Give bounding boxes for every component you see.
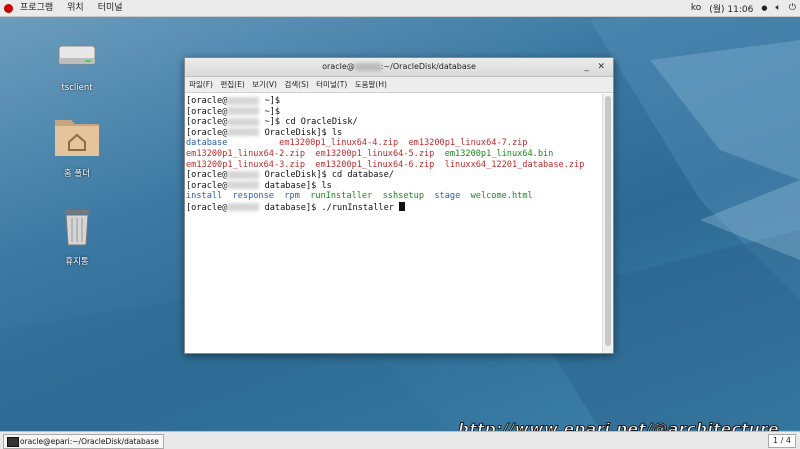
desktop-icon-home[interactable]: 홈 폴더	[42, 110, 112, 179]
terminal-line: database em13200p1_linux64-4.zip em13200…	[186, 138, 602, 149]
terminal-text: [oracle@	[186, 170, 228, 181]
workspace-pager[interactable]: 1 / 4	[768, 434, 796, 448]
redacted-hostname	[227, 203, 260, 212]
redacted-hostname	[227, 96, 260, 105]
terminal-text: em13200p1_linux64-2.zip em13200p1_linux6…	[186, 148, 445, 159]
redacted-hostname	[227, 128, 260, 137]
window-title: oracle@:~/OracleDisk/database	[322, 62, 476, 71]
terminal-text: OracleDisk]$ cd database/	[259, 170, 394, 181]
terminal-text: database]$ ./runInstaller	[259, 202, 400, 213]
menu-terminal-sub[interactable]: 터미널(T)	[316, 80, 347, 89]
menu-file[interactable]: 파일(F)	[189, 80, 213, 89]
top-panel: 프로그램 위치 터미널 ko (월) 11:06 ● 🔈︎ ⏻	[0, 0, 800, 17]
taskbar-item-terminal[interactable]: oracle@epari:~/OracleDisk/database	[3, 434, 164, 449]
menu-edit[interactable]: 편집(E)	[220, 80, 244, 89]
terminal-scrollbar[interactable]	[602, 94, 613, 353]
volume-icon[interactable]: 🔈︎	[775, 3, 780, 13]
menu-places[interactable]: 위치	[60, 0, 91, 16]
terminal-text: install response rpm	[186, 191, 311, 202]
terminal-line: em13200p1_linux64-3.zip em13200p1_linux6…	[186, 160, 602, 171]
trash-icon	[65, 210, 89, 246]
menu-help[interactable]: 도움말(H)	[355, 80, 387, 89]
terminal-line: install response rpm runInstaller sshset…	[186, 191, 602, 202]
terminal-line: [oracle@ ~]$ cd OracleDisk/	[186, 117, 602, 128]
terminal-text: stage	[434, 191, 471, 202]
terminal-line: [oracle@ database]$ ./runInstaller	[186, 201, 602, 214]
terminal-text: ~]$	[259, 96, 281, 106]
bottom-panel: oracle@epari:~/OracleDisk/database 1 / 4	[0, 431, 800, 449]
network-icon[interactable]: ●	[761, 4, 767, 12]
terminal-text: ~]$	[259, 106, 281, 117]
minimize-icon[interactable]: _	[585, 58, 590, 76]
redacted-hostname	[227, 170, 260, 179]
drive-icon	[58, 45, 96, 65]
desktop-icon-label: tsclient	[61, 83, 93, 93]
desktop-icon-label: 홈 폴더	[63, 169, 91, 179]
window-titlebar[interactable]: oracle@:~/OracleDisk/database _ ✕	[185, 58, 613, 77]
desktop-icon-tsclient[interactable]: tsclient	[42, 34, 112, 93]
terminal-text: [oracle@	[186, 117, 228, 128]
terminal-text: [oracle@	[186, 106, 228, 117]
taskbar-item-label: oracle@epari:~/OracleDisk/database	[20, 437, 159, 446]
terminal-text: database	[186, 138, 280, 149]
terminal-text: ~]$ cd OracleDisk/	[259, 117, 358, 128]
terminal-line: [oracle@ ~]$	[186, 107, 602, 118]
terminal-text: [oracle@	[186, 202, 228, 213]
terminal-text: welcome.html	[470, 191, 533, 202]
terminal-text: em13200p1_linux64-4.zip em13200p1_linux6…	[279, 138, 528, 149]
terminal-text: [oracle@	[186, 127, 228, 138]
clock[interactable]: (월) 11:06	[709, 2, 753, 15]
terminal-text: em13200p1_linux64-3.zip em13200p1_linux6…	[186, 159, 585, 170]
menu-terminal[interactable]: 터미널	[91, 0, 130, 16]
redhat-logo-icon	[4, 3, 13, 13]
terminal-text: [oracle@	[186, 180, 228, 191]
terminal-line: [oracle@ OracleDisk]$ cd database/	[186, 170, 602, 181]
terminal-line: [oracle@ OracleDisk]$ ls	[186, 128, 602, 139]
menu-applications[interactable]: 프로그램	[13, 0, 60, 16]
terminal-menubar: 파일(F) 편집(E) 보기(V) 검색(S) 터미널(T) 도움말(H)	[185, 77, 613, 93]
desktop-icon-trash[interactable]: 휴지통	[42, 202, 112, 267]
power-icon[interactable]: ⏻	[789, 3, 796, 13]
terminal-text: database]$ ls	[259, 180, 332, 191]
home-folder-icon	[55, 120, 99, 156]
terminal-text: [oracle@	[186, 96, 228, 106]
terminal-text: em13200p1_linux64.bin	[444, 148, 554, 159]
scrollbar-thumb[interactable]	[605, 96, 611, 346]
terminal-line: em13200p1_linux64-2.zip em13200p1_linux6…	[186, 149, 602, 160]
terminal-line: [oracle@ database]$ ls	[186, 181, 602, 192]
terminal-text: runInstaller sshsetup	[310, 191, 435, 202]
terminal-icon	[7, 437, 19, 447]
desktop-background: 프로그램 위치 터미널 ko (월) 11:06 ● 🔈︎ ⏻ tsclient…	[0, 0, 800, 449]
menu-search[interactable]: 검색(S)	[284, 80, 308, 89]
menu-view[interactable]: 보기(V)	[252, 80, 277, 89]
terminal-window[interactable]: oracle@:~/OracleDisk/database _ ✕ 파일(F) …	[184, 57, 614, 354]
language-indicator[interactable]: ko	[691, 3, 701, 13]
redacted-hostname	[227, 117, 260, 126]
redacted-hostname	[227, 181, 260, 190]
text-cursor	[399, 201, 406, 211]
terminal-line: [oracle@ ~]$	[186, 96, 602, 107]
terminal-text: OracleDisk]$ ls	[259, 127, 343, 138]
close-icon[interactable]: ✕	[597, 58, 605, 76]
redacted-hostname	[227, 107, 260, 116]
desktop-icon-label: 휴지통	[65, 257, 89, 267]
terminal-output[interactable]: [oracle@ ~]$ [oracle@ ~]$ [oracle@ ~]$ cd …	[185, 94, 603, 353]
